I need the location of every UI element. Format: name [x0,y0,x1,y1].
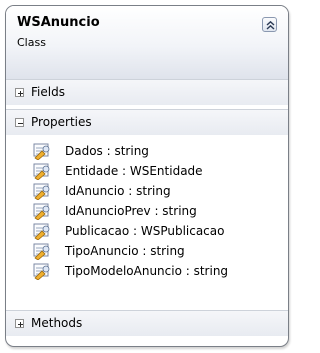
collapse-icon[interactable] [15,118,24,127]
property-item[interactable]: IdAnuncio : string [6,181,288,201]
class-name: WSAnuncio [17,15,100,30]
class-header: WSAnuncio Class [6,6,288,79]
property-text: Publicacao : WSPublicacao [65,224,225,238]
property-text: IdAnuncioPrev : string [65,204,197,218]
property-icon [33,143,50,160]
property-item[interactable]: Dados : string [6,141,288,161]
property-text: IdAnuncio : string [65,184,171,198]
property-item[interactable]: TipoModeloAnuncio : string [6,261,288,281]
property-item[interactable]: IdAnuncioPrev : string [6,201,288,221]
section-methods[interactable]: Methods [6,310,288,336]
property-item[interactable]: Publicacao : WSPublicacao [6,221,288,241]
property-text: Dados : string [65,144,149,158]
section-properties-label: Properties [31,115,92,129]
property-icon [33,223,50,240]
property-text: TipoAnuncio : string [65,244,185,258]
section-fields-label: Fields [31,85,65,99]
expand-icon[interactable] [15,88,24,97]
class-kind: Class [17,36,46,49]
property-item[interactable]: Entidade : WSEntidade [6,161,288,181]
property-text: Entidade : WSEntidade [65,164,203,178]
collapse-button[interactable] [262,17,277,32]
expand-icon[interactable] [15,319,24,328]
property-icon [33,263,50,280]
section-fields[interactable]: Fields [6,79,288,105]
property-icon [33,243,50,260]
class-shape[interactable]: WSAnuncio Class Fields Properties Dados … [5,5,289,347]
property-icon [33,163,50,180]
double-chevron-up-icon [266,20,275,30]
property-text: TipoModeloAnuncio : string [65,264,229,278]
property-item[interactable]: TipoAnuncio : string [6,241,288,261]
property-icon [33,203,50,220]
section-methods-label: Methods [31,316,83,330]
property-icon [33,183,50,200]
section-properties[interactable]: Properties [6,109,288,135]
